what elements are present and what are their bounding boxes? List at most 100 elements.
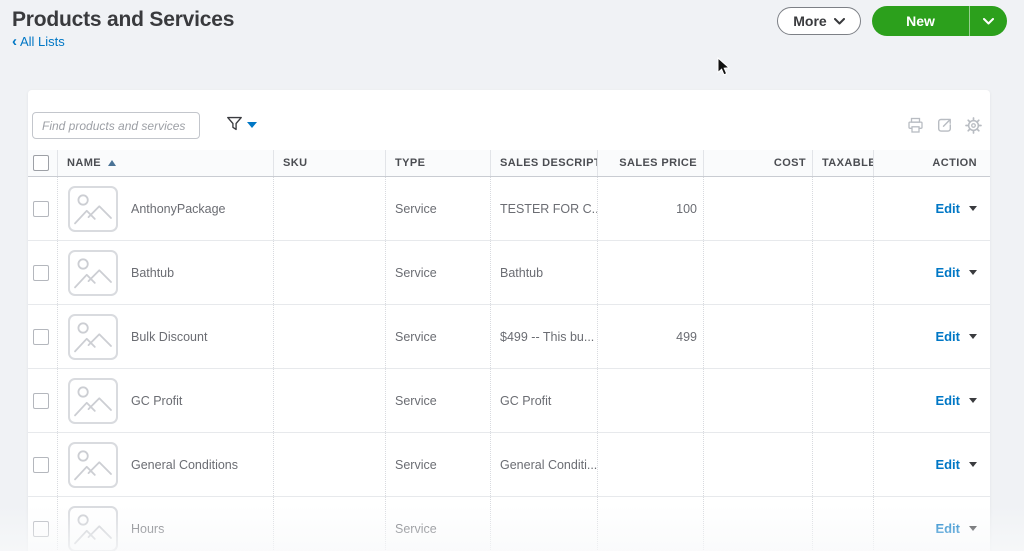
page-title: Products and Services bbox=[12, 8, 235, 31]
print-button[interactable] bbox=[904, 114, 926, 136]
col-header-sales-description: SALES DESCRIPTION bbox=[490, 150, 597, 176]
product-thumbnail bbox=[68, 441, 118, 488]
product-name-cell: General Conditions bbox=[57, 433, 273, 496]
product-sales-description: General Conditi... bbox=[490, 433, 597, 496]
row-checkbox-cell bbox=[28, 305, 57, 368]
edit-button[interactable]: Edit bbox=[935, 521, 960, 536]
row-checkbox-cell bbox=[28, 497, 57, 551]
image-placeholder-icon bbox=[74, 385, 112, 416]
row-checkbox-cell bbox=[28, 177, 57, 240]
more-button-label: More bbox=[793, 13, 827, 29]
product-sales-price bbox=[597, 433, 703, 496]
filter-dropdown-caret-icon bbox=[247, 121, 257, 128]
image-placeholder-icon bbox=[74, 449, 112, 480]
image-placeholder-icon bbox=[74, 321, 112, 352]
product-sku bbox=[273, 305, 385, 368]
new-button[interactable]: New bbox=[872, 6, 970, 36]
search-input[interactable] bbox=[32, 112, 200, 139]
product-sales-price bbox=[597, 241, 703, 304]
col-header-sales-price: SALES PRICE bbox=[597, 150, 703, 176]
col-header-cost: COST bbox=[703, 150, 812, 176]
row-checkbox[interactable] bbox=[33, 456, 49, 473]
new-button-label: New bbox=[906, 13, 935, 29]
new-dropdown-button[interactable] bbox=[970, 6, 1007, 36]
col-header-action: ACTION bbox=[873, 150, 990, 176]
col-header-type: TYPE bbox=[385, 150, 490, 176]
product-thumbnail bbox=[68, 185, 118, 232]
product-name-cell: Bulk Discount bbox=[57, 305, 273, 368]
edit-dropdown-caret[interactable] bbox=[969, 526, 977, 531]
product-sales-price: 499 bbox=[597, 305, 703, 368]
product-thumbnail bbox=[68, 377, 118, 424]
funnel-icon bbox=[227, 116, 242, 131]
image-placeholder-icon bbox=[74, 513, 112, 544]
select-all-checkbox[interactable] bbox=[33, 155, 49, 171]
chevron-down-icon bbox=[833, 17, 845, 24]
product-thumbnail bbox=[68, 249, 118, 296]
table-row: General Conditions Service General Condi… bbox=[28, 433, 990, 497]
product-name-cell: AnthonyPackage bbox=[57, 177, 273, 240]
product-sales-price bbox=[597, 369, 703, 432]
product-sales-price bbox=[597, 497, 703, 551]
product-taxable bbox=[812, 497, 873, 551]
edit-button[interactable]: Edit bbox=[935, 201, 960, 216]
product-name: GC Profit bbox=[131, 393, 183, 408]
table-row: AnthonyPackage Service TESTER FOR C... 1… bbox=[28, 177, 990, 241]
row-action-cell: Edit bbox=[873, 433, 990, 496]
product-sales-description: GC Profit bbox=[490, 369, 597, 432]
edit-button[interactable]: Edit bbox=[935, 329, 960, 344]
product-name-cell: GC Profit bbox=[57, 369, 273, 432]
product-type: Service bbox=[385, 433, 490, 496]
image-placeholder-icon bbox=[74, 193, 112, 224]
row-checkbox[interactable] bbox=[33, 520, 49, 537]
sort-ascending-icon bbox=[108, 160, 116, 166]
edit-dropdown-caret[interactable] bbox=[969, 334, 977, 339]
product-sku bbox=[273, 433, 385, 496]
back-link-label: All Lists bbox=[20, 34, 65, 49]
export-icon bbox=[937, 118, 951, 132]
product-cost bbox=[703, 497, 812, 551]
edit-dropdown-caret[interactable] bbox=[969, 462, 977, 467]
product-sku bbox=[273, 241, 385, 304]
product-sales-description: $499 -- This bu... bbox=[490, 305, 597, 368]
table-body: AnthonyPackage Service TESTER FOR C... 1… bbox=[28, 177, 990, 551]
product-name-cell: Hours bbox=[57, 497, 273, 551]
row-checkbox[interactable] bbox=[33, 392, 49, 409]
filter-button[interactable] bbox=[225, 114, 257, 133]
product-type: Service bbox=[385, 369, 490, 432]
edit-dropdown-caret[interactable] bbox=[969, 206, 977, 211]
product-cost bbox=[703, 305, 812, 368]
product-type: Service bbox=[385, 241, 490, 304]
edit-button[interactable]: Edit bbox=[935, 265, 960, 280]
product-name: General Conditions bbox=[131, 457, 239, 472]
product-type: Service bbox=[385, 177, 490, 240]
product-sales-description bbox=[490, 497, 597, 551]
product-name-cell: Bathtub bbox=[57, 241, 273, 304]
row-checkbox-cell bbox=[28, 433, 57, 496]
new-split-button[interactable]: New bbox=[872, 6, 1007, 36]
row-action-cell: Edit bbox=[873, 177, 990, 240]
col-header-name[interactable]: NAME bbox=[57, 150, 273, 176]
product-name: Bulk Discount bbox=[131, 329, 208, 344]
row-checkbox[interactable] bbox=[33, 200, 49, 217]
edit-dropdown-caret[interactable] bbox=[969, 398, 977, 403]
product-cost bbox=[703, 369, 812, 432]
table-row: Bathtub Service Bathtub Edit bbox=[28, 241, 990, 305]
all-lists-link[interactable]: ‹ All Lists bbox=[12, 34, 65, 49]
product-thumbnail bbox=[68, 505, 118, 551]
export-button[interactable] bbox=[933, 114, 955, 136]
mouse-cursor bbox=[717, 57, 731, 76]
settings-button[interactable] bbox=[962, 114, 984, 136]
product-taxable bbox=[812, 369, 873, 432]
gear-icon bbox=[964, 116, 982, 134]
back-chevron-icon: ‹ bbox=[12, 33, 17, 50]
row-checkbox[interactable] bbox=[33, 328, 49, 345]
product-type: Service bbox=[385, 305, 490, 368]
edit-button[interactable]: Edit bbox=[935, 393, 960, 408]
row-action-cell: Edit bbox=[873, 305, 990, 368]
edit-button[interactable]: Edit bbox=[935, 457, 960, 472]
edit-dropdown-caret[interactable] bbox=[969, 270, 977, 275]
row-checkbox[interactable] bbox=[33, 264, 49, 281]
more-button[interactable]: More bbox=[777, 7, 861, 35]
col-header-sku: SKU bbox=[273, 150, 385, 176]
